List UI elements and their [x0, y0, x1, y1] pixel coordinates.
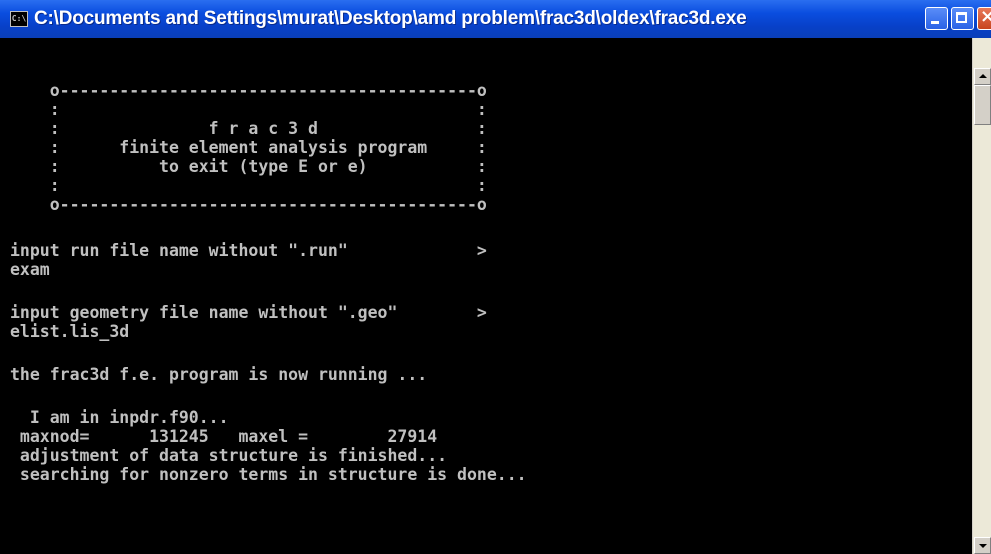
banner-top-border: o---------------------------------------… [10, 81, 487, 100]
maxnod-maxel-values: maxnod= 131245 maxel = 27914 [10, 427, 438, 446]
geometry-file-prompt: input geometry file name without ".geo" … [10, 303, 487, 322]
scroll-thumb[interactable] [974, 85, 991, 125]
banner-bottom-border: o---------------------------------------… [10, 195, 487, 214]
geometry-file-input: elist.lis_3d [10, 322, 130, 341]
title-bar[interactable]: C:\ C:\Documents and Settings\murat\Desk… [0, 0, 991, 38]
close-button[interactable] [977, 6, 991, 30]
adjustment-status: adjustment of data structure is finished… [10, 446, 448, 465]
inpdr-status: I am in inpdr.f90... [10, 408, 229, 427]
caption-buttons [925, 6, 991, 30]
run-file-input: exam [10, 260, 50, 279]
console-app-icon-label: C:\ [11, 14, 27, 23]
running-status: the frac3d f.e. program is now running .… [10, 365, 428, 384]
console-app-icon[interactable]: C:\ [10, 11, 28, 27]
scroll-up-arrow-icon[interactable] [974, 68, 991, 85]
banner-spacer-line: : : [10, 100, 487, 119]
minimize-button[interactable] [925, 7, 948, 30]
console-window: C:\ C:\Documents and Settings\murat\Desk… [0, 0, 991, 554]
search-status: searching for nonzero terms in structure… [10, 465, 527, 484]
banner-program-name: : f r a c 3 d : [10, 119, 487, 138]
vertical-scrollbar[interactable] [972, 38, 991, 554]
window-title: C:\Documents and Settings\murat\Desktop\… [34, 8, 747, 29]
banner-exit-hint: : to exit (type E or e) : [10, 157, 487, 176]
run-file-prompt: input run file name without ".run" > [10, 241, 487, 260]
banner-spacer-line: : : [10, 176, 487, 195]
banner-description: : finite element analysis program : [10, 138, 487, 157]
scroll-down-arrow-icon[interactable] [974, 537, 991, 554]
console-output[interactable]: o---------------------------------------… [10, 38, 972, 554]
maximize-button[interactable] [951, 7, 974, 30]
